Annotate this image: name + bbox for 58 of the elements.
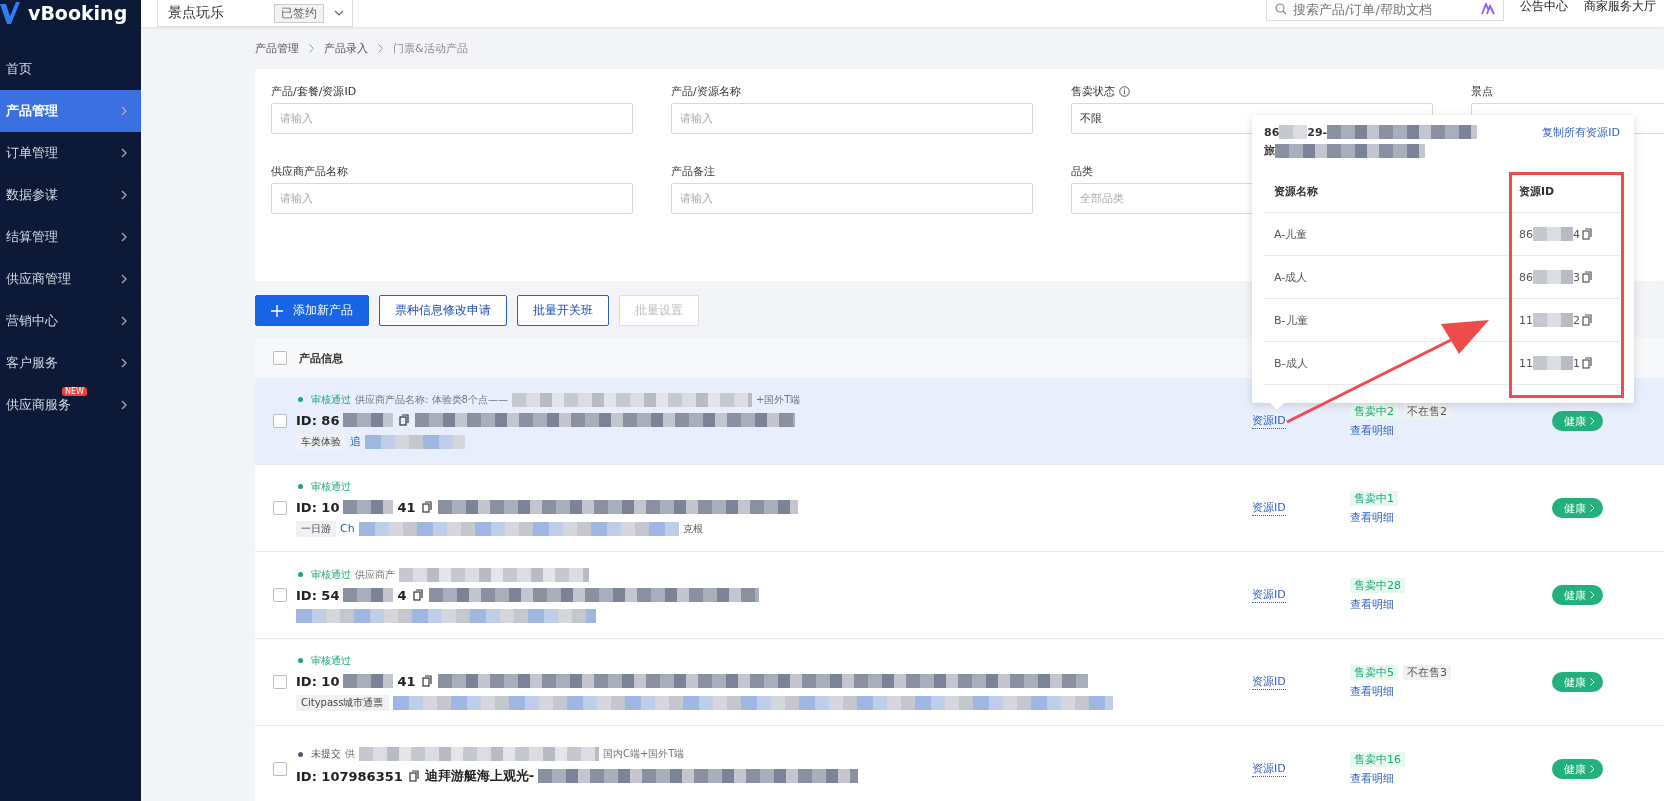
product-id: 86 — [1264, 125, 1280, 139]
category-tag: Citypass城市通票 — [296, 694, 389, 711]
resource-name: A-儿童 — [1273, 226, 1309, 242]
off-sale-tag: 不在售3 — [1403, 665, 1451, 680]
supplier-name: +国外T端 — [755, 392, 801, 407]
column-header: 资源ID — [1519, 183, 1555, 199]
new-badge: NEW — [62, 387, 87, 396]
logo-text: vBooking — [28, 2, 128, 24]
attraction-name: 克根 — [682, 521, 703, 536]
filter-label: 供应商产品名称 — [271, 163, 348, 179]
review-status: 审核通过 — [311, 567, 351, 582]
column-header: 产品信息 — [299, 350, 343, 366]
on-sale-tag: 售卖中5 — [1350, 665, 1398, 680]
supplier-name: 供应商产 — [355, 567, 395, 582]
filter-label: 产品备注 — [671, 163, 715, 179]
resource-id: 3 — [1573, 270, 1580, 284]
product-title: 迪拜游艇海上观光- — [424, 767, 535, 785]
product-id: ID: 107986351 — [296, 768, 403, 784]
resource-id: 86 — [1519, 270, 1533, 284]
resource-id: 11 — [1519, 356, 1533, 370]
category-tag: 一日游 — [296, 520, 336, 537]
filter-label: 品类 — [1071, 163, 1093, 179]
resource-id: 11 — [1519, 313, 1533, 327]
signed-badge: 已签约 — [274, 3, 324, 23]
product-id: ID: 10 — [296, 499, 340, 515]
resource-id: 4 — [1573, 227, 1580, 241]
resource-name: B-成人 — [1273, 355, 1309, 371]
on-sale-tag: 售卖中1 — [1350, 491, 1398, 506]
review-status: 未提交 — [311, 747, 341, 761]
product-id: 4 — [397, 587, 407, 603]
review-status: 审核通过 — [311, 479, 351, 494]
on-sale-tag: 售卖中2 — [1350, 404, 1398, 419]
product-id: 41 — [397, 499, 416, 515]
off-sale-tag: 不在售2 — [1403, 404, 1451, 419]
resource-name: B-儿童 — [1273, 312, 1309, 328]
resource-id: 1 — [1573, 356, 1580, 370]
resource-id: 2 — [1573, 313, 1580, 327]
review-status: 审核通过 — [311, 392, 351, 407]
supplier-name: 供 — [345, 747, 355, 761]
resource-name: A-成人 — [1273, 269, 1309, 285]
product-id: ID: 54 — [296, 587, 340, 603]
filter-label: 产品/资源名称 — [671, 83, 741, 99]
product-id: 41 — [397, 673, 416, 689]
product-id: 29- — [1307, 125, 1328, 139]
on-sale-tag: 售卖中16 — [1350, 752, 1405, 767]
filter-label: 售卖状态 — [1071, 83, 1115, 99]
filter-label: 产品/套餐/资源ID — [271, 83, 357, 99]
product-name: 旅 — [1264, 143, 1275, 158]
column-header: 资源名称 — [1273, 183, 1319, 199]
review-status: 审核通过 — [311, 653, 351, 668]
product-id: ID: 10 — [296, 673, 340, 689]
on-sale-tag: 售卖中28 — [1350, 578, 1405, 593]
resource-id: 86 — [1519, 227, 1533, 241]
category-tag: 车类体验 — [296, 433, 346, 450]
filter-label: 景点 — [1471, 83, 1493, 99]
supplier-name: 国内C端+国外T端 — [603, 747, 685, 761]
supplier-name: 供应商产品名称: 体验类8个点—— — [355, 392, 508, 407]
product-id: ID: 86 — [296, 412, 340, 428]
